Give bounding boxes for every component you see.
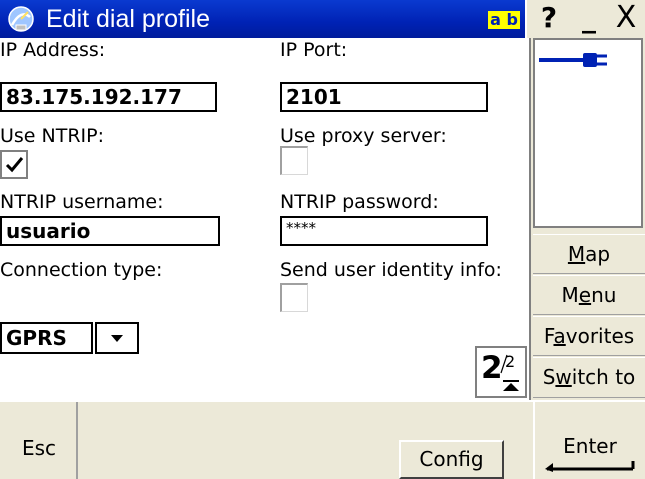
- ntrip-username-label: NTRIP username:: [0, 191, 164, 213]
- ip-port-field[interactable]: 2101: [280, 82, 488, 112]
- window-title: Edit dial profile: [46, 5, 210, 33]
- minimize-button[interactable]: _: [572, 1, 606, 37]
- power-plug-icon: [539, 53, 607, 67]
- favorites-button-label-post: vorites: [565, 324, 635, 348]
- enter-button[interactable]: Enter: [533, 402, 645, 479]
- map-button[interactable]: Map: [533, 234, 645, 274]
- favorites-button-mnemonic: a: [553, 324, 566, 348]
- connection-type-dropdown-button[interactable]: [95, 322, 139, 354]
- close-button[interactable]: X: [608, 1, 644, 37]
- send-identity-label: Send user identity info:: [280, 259, 502, 281]
- map-button-label-post: ap: [585, 242, 611, 266]
- map-button-mnemonic: M: [567, 242, 586, 266]
- favorites-button[interactable]: Favorites: [533, 316, 645, 356]
- ntrip-username-field[interactable]: usuario: [0, 216, 220, 246]
- dial-profile-form: IP Address: 83.175.192.177 IP Port: 2101…: [0, 38, 531, 400]
- ntrip-password-field[interactable]: ****: [280, 216, 488, 246]
- checkmark-icon: [5, 157, 24, 173]
- use-ntrip-label: Use NTRIP:: [0, 125, 105, 147]
- use-proxy-checkbox[interactable]: [280, 146, 308, 175]
- config-button[interactable]: Config: [399, 440, 504, 479]
- switch-to-button[interactable]: Switch to: [533, 357, 645, 398]
- satellite-dish-icon: [6, 5, 36, 33]
- enter-button-label: Enter: [563, 434, 617, 458]
- menu-button-mnemonic: e: [578, 283, 592, 307]
- ip-address-label: IP Address:: [0, 39, 106, 61]
- switch-to-button-label-pre: S: [542, 365, 556, 389]
- title-bar-caption: Edit dial profile a b: [0, 0, 527, 38]
- menu-button-label-pre: M: [561, 283, 579, 307]
- status-panel: [533, 38, 643, 228]
- menu-button[interactable]: Menu: [533, 275, 645, 315]
- connection-type-label: Connection type:: [0, 259, 163, 281]
- ip-port-label: IP Port:: [280, 39, 348, 61]
- ip-address-field[interactable]: 83.175.192.177: [0, 82, 217, 112]
- switch-to-button-mnemonic: w: [555, 365, 572, 389]
- switch-to-button-label-post: itch to: [571, 365, 636, 389]
- page-total: 2: [505, 352, 516, 371]
- send-identity-checkbox[interactable]: [280, 283, 308, 312]
- connection-type-select[interactable]: GPRS: [0, 322, 93, 354]
- ntrip-password-label: NTRIP password:: [280, 191, 439, 213]
- enter-return-icon: [545, 461, 635, 472]
- page-up-icon: [503, 380, 519, 391]
- page-indicator[interactable]: 2 2: [475, 346, 527, 398]
- esc-button[interactable]: Esc: [0, 402, 78, 479]
- input-mode-indicator[interactable]: a b: [488, 11, 520, 29]
- menu-button-label-post: nu: [591, 283, 617, 307]
- use-proxy-label: Use proxy server:: [280, 125, 447, 147]
- help-button[interactable]: ?: [531, 1, 567, 37]
- chevron-down-icon: [111, 335, 123, 342]
- use-ntrip-checkbox[interactable]: [0, 150, 28, 179]
